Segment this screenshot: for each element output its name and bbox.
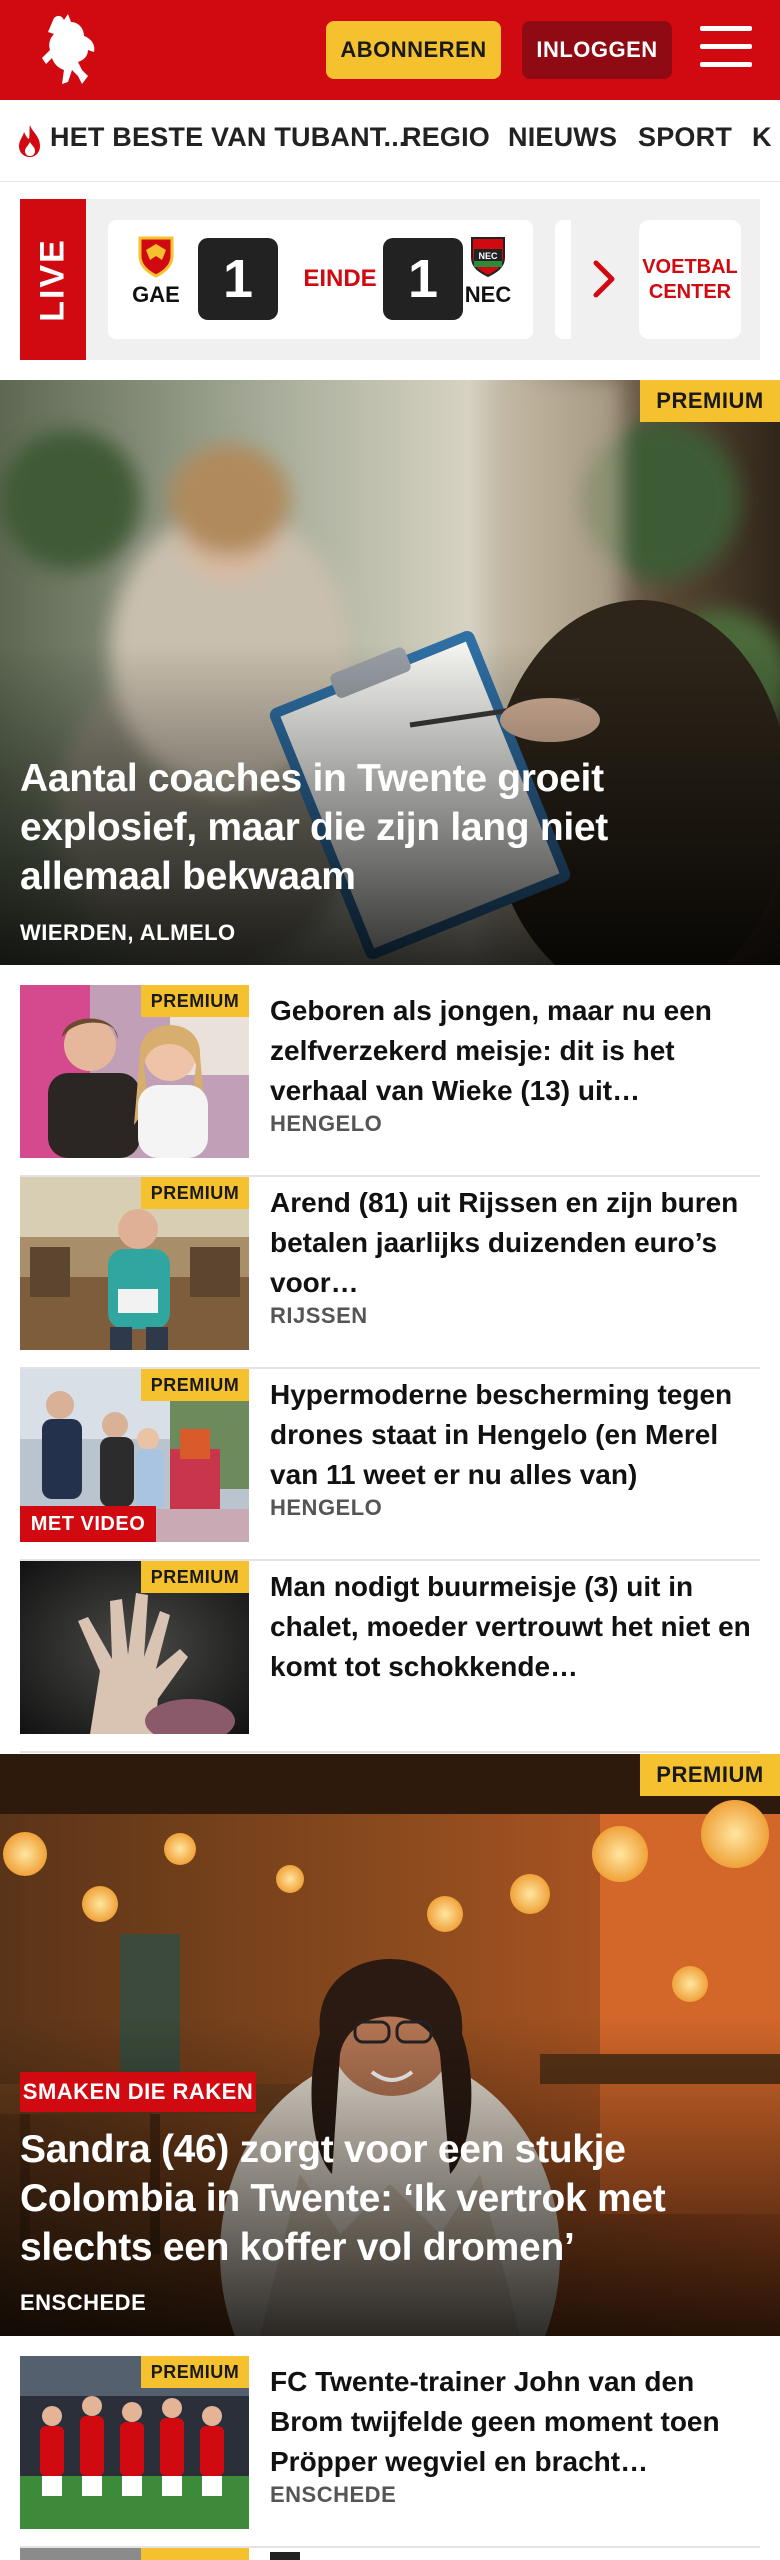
section-nav: HET BESTE VAN TUBANT... REGIO NIEUWS SPO…	[0, 100, 780, 182]
match-card[interactable]: GAE 1 EINDE 1 NEC NEC	[108, 220, 533, 339]
article-title[interactable]: FC Twente-trainer John van den Brom twij…	[270, 2362, 760, 2481]
away-score: 1	[383, 238, 463, 320]
article-title[interactable]: Man nodigt buurmeisje (3) uit in chalet,…	[270, 1567, 760, 1686]
menu-icon[interactable]	[700, 26, 752, 72]
login-button[interactable]: INLOGGEN	[522, 21, 672, 79]
home-score: 1	[198, 238, 278, 320]
nav-item-best-of[interactable]: HET BESTE VAN TUBANT...	[50, 122, 407, 153]
hero-article[interactable]: PREMIUM Aantal coaches in Twente groeit …	[0, 380, 780, 965]
list-item[interactable]: PREMIUM Man nodigt buurmeisje (3) uit in…	[20, 1561, 760, 1753]
away-team-name: NEC	[464, 282, 512, 307]
nav-item-sport[interactable]: SPORT	[638, 122, 732, 153]
article-location: HENGELO	[270, 1495, 383, 1520]
subscribe-button[interactable]: ABONNEREN	[326, 21, 501, 79]
video-tag: MET VIDEO	[20, 1506, 156, 1542]
list-item[interactable]: PREMIUM MET VIDEO Hypermoderne beschermi…	[20, 1369, 760, 1561]
premium-badge: PREMIUM	[640, 1754, 780, 1796]
list-item[interactable]: PREMIUM Geboren als jongen, maar nu een …	[20, 985, 760, 1177]
article-location: RIJSSEN	[270, 1303, 368, 1328]
live-score-bar: LIVE GAE 1 EINDE 1 NEC NEC VOETBAL CENTE…	[20, 199, 760, 360]
premium-badge: PREMIUM	[141, 2356, 249, 2388]
article-title[interactable]: Hypermoderne bescherming tegen drones st…	[270, 1375, 760, 1494]
hero-article-2[interactable]: PREMIUM SMAKEN DIE RAKEN Sandra (46) zor…	[0, 1754, 780, 2336]
match-status: EINDE	[303, 265, 377, 292]
home-team-name: GAE	[132, 282, 180, 307]
hero-location: WIERDEN, ALMELO	[20, 920, 236, 945]
live-label: LIVE	[20, 199, 86, 360]
next-premium-badge	[141, 2548, 249, 2560]
series-tag[interactable]: SMAKEN DIE RAKEN	[20, 2072, 256, 2112]
nec-crest-icon: NEC	[471, 237, 505, 278]
premium-badge: PREMIUM	[141, 1369, 249, 1401]
svg-text:NEC: NEC	[478, 251, 498, 261]
list-item[interactable]: PREMIUM FC Twente-trainer John van den B…	[20, 2356, 760, 2548]
premium-badge: PREMIUM	[141, 1561, 249, 1593]
voetbal-center-button[interactable]: VOETBAL CENTER	[639, 220, 741, 339]
article-location: HENGELO	[270, 1111, 383, 1136]
flame-icon	[16, 124, 44, 158]
list-item[interactable]: PREMIUM Arend (81) uit Rijssen en zijn b…	[20, 1177, 760, 1369]
go-ahead-eagles-crest-icon	[138, 236, 174, 278]
chevron-right-icon[interactable]	[588, 257, 620, 301]
next-article-title-fragment	[270, 2552, 300, 2560]
premium-badge: PREMIUM	[640, 380, 780, 422]
top-bar: ABONNEREN INLOGGEN	[0, 0, 780, 100]
hero-title[interactable]: Aantal coaches in Twente groeit explosie…	[20, 755, 760, 901]
premium-badge: PREMIUM	[141, 1177, 249, 1209]
nav-item-more[interactable]: K	[752, 122, 772, 153]
nav-item-nieuws[interactable]: NIEUWS	[508, 122, 617, 153]
nav-item-regio[interactable]: REGIO	[402, 122, 490, 153]
article-title[interactable]: Geboren als jongen, maar nu een zelfverz…	[270, 991, 760, 1110]
away-team: NEC NEC	[460, 234, 516, 308]
hero-location: ENSCHEDE	[20, 2290, 147, 2315]
hero-title[interactable]: Sandra (46) zorgt voor een stukje Colomb…	[20, 2126, 760, 2272]
next-match-card[interactable]	[555, 220, 571, 339]
article-location: ENSCHEDE	[270, 2482, 397, 2507]
premium-badge: PREMIUM	[141, 985, 249, 1017]
horse-logo-icon[interactable]	[38, 10, 104, 90]
article-title[interactable]: Arend (81) uit Rijssen en zijn buren bet…	[270, 1183, 760, 1302]
home-team: GAE	[128, 234, 184, 308]
